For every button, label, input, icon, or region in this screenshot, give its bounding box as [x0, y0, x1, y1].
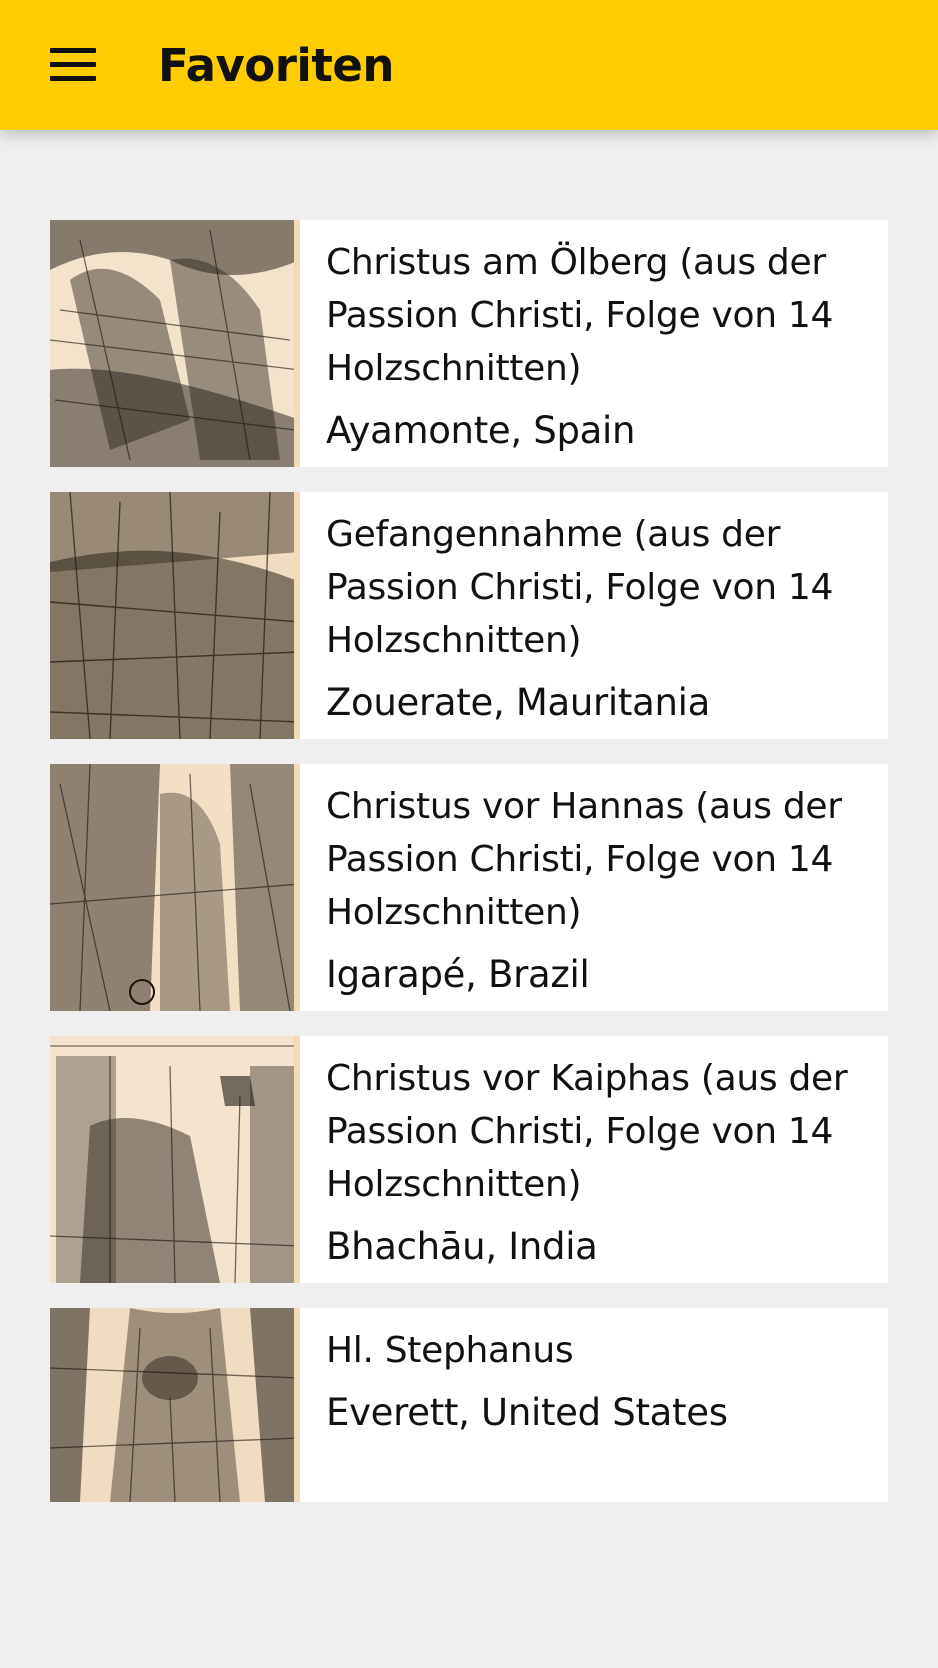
artwork-thumbnail — [50, 220, 300, 467]
artwork-location: Ayamonte, Spain — [326, 409, 636, 452]
artwork-location: Bhachāu, India — [326, 1225, 598, 1268]
artwork-title: Gefangennahme (aus der Passion Christi, … — [326, 514, 834, 661]
artwork-location: Everett, United States — [326, 1391, 728, 1434]
artwork-location: Zouerate, Mauritania — [326, 681, 710, 724]
hamburger-menu-icon[interactable] — [38, 40, 108, 90]
menu-line — [50, 48, 96, 53]
artwork-location: Igarapé, Brazil — [326, 953, 590, 996]
app-bar: Favoriten — [0, 0, 938, 130]
favorite-card[interactable]: Christus vor Kaiphas (aus der Passion Ch… — [50, 1036, 888, 1283]
artwork-thumbnail — [50, 1036, 300, 1283]
favorite-card[interactable]: Gefangennahme (aus der Passion Christi, … — [50, 492, 888, 739]
artwork-thumbnail — [50, 764, 300, 1011]
artwork-title: Christus vor Hannas (aus der Passion Chr… — [326, 786, 842, 933]
artwork-title: Christus vor Kaiphas (aus der Passion Ch… — [326, 1058, 848, 1205]
favorite-card[interactable]: Christus vor Hannas (aus der Passion Chr… — [50, 764, 888, 1011]
favorite-card[interactable]: Christus am Ölberg (aus der Passion Chri… — [50, 220, 888, 467]
menu-line — [50, 62, 96, 67]
page-title: Favoriten — [158, 39, 394, 92]
artwork-title: Christus am Ölberg (aus der Passion Chri… — [326, 242, 834, 389]
artwork-thumbnail — [50, 1308, 300, 1502]
artwork-title: Hl. Stephanus — [326, 1330, 574, 1371]
favorite-card[interactable]: Hl. Stephanus Everett, United States — [50, 1308, 888, 1502]
menu-line — [50, 76, 96, 81]
artwork-thumbnail — [50, 492, 300, 739]
